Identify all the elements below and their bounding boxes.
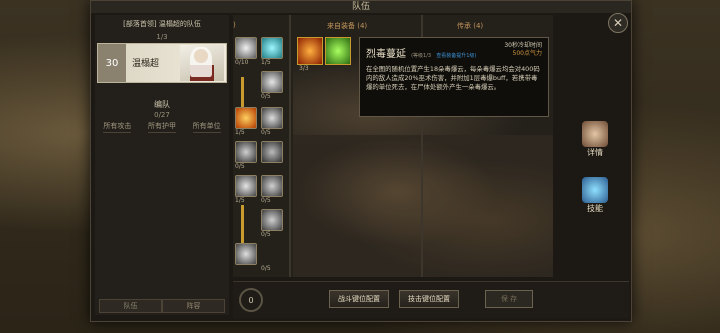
equip-skill-poison-icon[interactable] (325, 37, 351, 65)
skill-artwork (293, 135, 553, 277)
skill-vortex-icon[interactable] (261, 175, 283, 197)
team-panel: [部落首领] 温榻超的队伍 1/3 30 温榻超 编队 0/27 所有攻击 所有… (95, 15, 229, 315)
col-header-equipment: 来自装备 (4) (327, 22, 368, 30)
skill-hand-icon[interactable] (235, 243, 257, 265)
skill-wheel-icon[interactable] (235, 175, 257, 197)
window-title: 队伍 (91, 1, 631, 13)
muscle-arm-icon (582, 121, 608, 147)
tooltip-level: (等级1/3 (411, 53, 432, 59)
hero-level: 30 (98, 44, 126, 82)
team-count: 1/3 (156, 33, 168, 41)
filter-attack[interactable]: 所有攻击 (103, 121, 132, 133)
details-label: 详情 (587, 148, 603, 157)
tab-lineup[interactable]: 阵容 (162, 299, 225, 313)
team-window: 队伍 [部落首领] 温榻超的队伍 1/3 30 温榻超 编队 0/27 所有攻击… (90, 0, 632, 322)
unit-filters: 所有攻击 所有护甲 所有单位 (95, 121, 229, 133)
gold-counter: 0 (239, 288, 263, 312)
tooltip-skill-name: 烈毒蔓延 (366, 49, 406, 60)
team-tabs: 队伍 阵容 (99, 299, 225, 313)
squad-label: 编队 (154, 100, 170, 109)
skill-eye-icon[interactable] (261, 107, 283, 129)
skills-button[interactable]: 技能 (571, 177, 619, 214)
skill-chain-icon[interactable] (235, 141, 257, 163)
hero-portrait (180, 45, 224, 81)
equip-skill-flame-icon[interactable] (297, 37, 323, 65)
skill-swirl-icon[interactable] (261, 209, 283, 231)
skills-label: 技能 (587, 204, 603, 213)
col-header-skills: ) (233, 21, 236, 29)
team-name: [部落首领] 温榻超的队伍 (123, 20, 201, 28)
skill-fire-icon[interactable] (235, 107, 257, 129)
squad-count: 0/27 (154, 111, 170, 119)
col-header-inherit: 传承 (4) (457, 22, 484, 30)
skill-book-icon (582, 177, 608, 203)
tooltip-description: 在全图的随机位置产生18朵毒爆云，每朵毒爆云均会对400码内的敌人造成20%巫术… (366, 65, 540, 91)
skill-blade-icon[interactable] (261, 141, 283, 163)
skill-frost-icon[interactable] (261, 37, 283, 59)
bottom-bar: 0 战斗键位配置 技击键位配置 保 存 (233, 281, 629, 318)
hero-card[interactable]: 30 温榻超 (97, 43, 227, 83)
skill-burst-icon[interactable] (235, 37, 257, 59)
tooltip-cost: 500点气力 (512, 50, 542, 57)
details-button[interactable]: 详情 (571, 121, 619, 158)
tab-team[interactable]: 队伍 (99, 299, 162, 313)
battle-keys-button[interactable]: 战斗键位配置 (329, 290, 389, 308)
tooltip-upgrade-link[interactable]: 查看装备提升1级) (436, 53, 476, 59)
filter-unit[interactable]: 所有单位 (192, 121, 221, 133)
skill-keys-button[interactable]: 技击键位配置 (399, 290, 459, 308)
skill-tooltip: 烈毒蔓延 (等级1/3 查看装备提升1级) 30秒冷却时间 500点气力 在全图… (359, 37, 549, 117)
close-button[interactable]: ✕ (608, 13, 628, 33)
hero-name: 温榻超 (132, 59, 160, 69)
tooltip-cooldown: 30秒冷却时间 (504, 42, 542, 49)
skill-orb-icon[interactable] (261, 71, 283, 93)
right-side-panel: 详情 技能 (563, 15, 627, 277)
tooltip-cost-info: 30秒冷却时间 500点气力 (504, 42, 542, 58)
save-button[interactable]: 保 存 (485, 290, 533, 308)
filter-armor[interactable]: 所有护甲 (147, 121, 176, 133)
